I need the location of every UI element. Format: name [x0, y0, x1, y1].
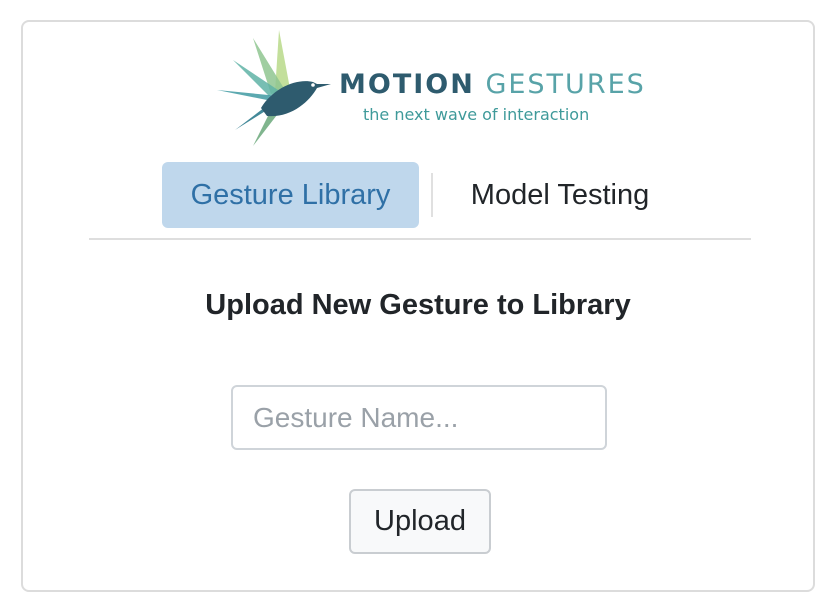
brand-title-motion: MOTION [339, 69, 475, 100]
brand-title: MOTION GESTURES [339, 71, 646, 98]
main-nav-tabs: Gesture Library Model Testing [162, 162, 675, 228]
brand-tagline: the next wave of interaction [363, 105, 590, 124]
tab-gesture-library[interactable]: Gesture Library [162, 162, 419, 228]
brand-title-gestures: GESTURES [485, 69, 646, 100]
brand-logo: MOTION GESTURES the next wave of interac… [213, 30, 644, 146]
gesture-name-input[interactable] [231, 385, 607, 450]
page-title: Upload New Gesture to Library [205, 289, 631, 321]
tab-separator [431, 173, 433, 217]
tab-model-testing[interactable]: Model Testing [445, 162, 675, 228]
nav-divider [89, 238, 751, 240]
upload-button[interactable]: Upload [349, 489, 491, 554]
upload-card: MOTION GESTURES the next wave of interac… [21, 20, 815, 592]
hummingbird-logo-icon [217, 30, 331, 146]
